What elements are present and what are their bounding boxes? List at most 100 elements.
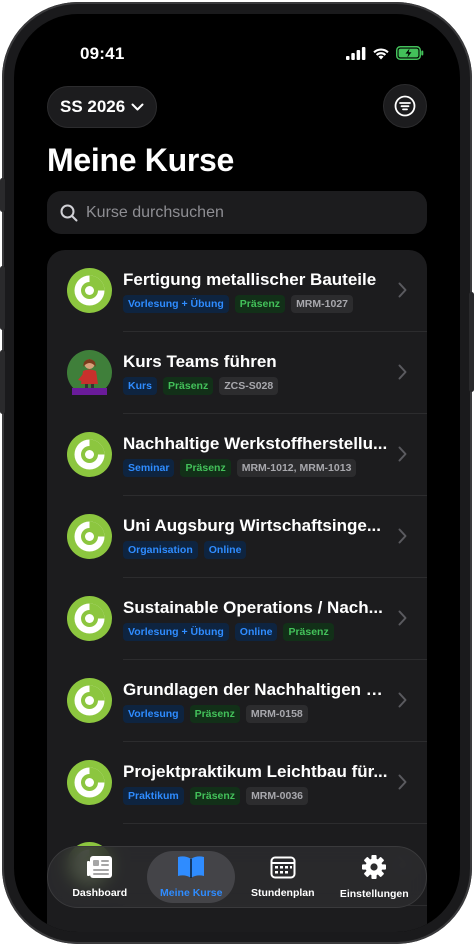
- course-tags: Vorlesung + Übung Online Präsenz: [123, 623, 334, 641]
- course-tags: Kurs Präsenz ZCS-S028: [123, 377, 279, 395]
- tab-bar: Dashboard Meine Kurse Stundenplan Einstellu…: [47, 846, 427, 908]
- course-tag: Präsenz: [283, 623, 334, 641]
- course-tag: Vorlesung + Übung: [123, 623, 229, 641]
- tab-label: Meine Kurse: [160, 887, 223, 899]
- chevron-right-icon: [398, 692, 407, 708]
- course-title: Grundlagen der Nachhaltigen E...: [123, 680, 391, 699]
- course-tags: Organisation Online: [123, 541, 247, 559]
- course-logo-icon: [67, 596, 112, 641]
- tab-dashboard[interactable]: Dashboard: [56, 851, 144, 903]
- dashboard-icon: [86, 855, 114, 884]
- tab-stundenplan[interactable]: Stundenplan: [239, 851, 327, 903]
- semester-selector[interactable]: SS 2026: [47, 86, 158, 128]
- filter-icon: [394, 95, 416, 117]
- row-chevron: [398, 528, 407, 549]
- semester-label: SS 2026: [60, 97, 126, 116]
- course-tags: Vorlesung + Übung Präsenz MRM-1027: [123, 295, 353, 313]
- course-tag: MRM-0036: [246, 787, 308, 805]
- course-tag: Online: [203, 541, 247, 559]
- status-bar: 09:41: [14, 14, 460, 72]
- course-logo-icon: [67, 432, 112, 477]
- course-logo-icon: [67, 678, 112, 723]
- page-title: Meine Kurse: [47, 142, 234, 178]
- course-tag: Präsenz: [180, 459, 231, 477]
- tab-label: Stundenplan: [250, 887, 315, 899]
- course-tag: Vorlesung: [123, 705, 184, 723]
- tab-einstellungen[interactable]: Einstellungen: [330, 851, 418, 903]
- course-row[interactable]: Sustainable Operations / Nach... Vorlesun…: [47, 578, 427, 660]
- course-logo-icon: [67, 514, 112, 559]
- course-avatar: [67, 268, 112, 313]
- course-avatar: [67, 760, 112, 805]
- book-icon: [176, 855, 206, 884]
- volume-down-button: [0, 350, 5, 414]
- row-chevron: [398, 610, 407, 631]
- course-list: Fertigung metallischer Bauteile Vorlesung…: [47, 250, 427, 932]
- battery-charging-icon: [396, 46, 424, 60]
- course-row[interactable]: Projektpraktikum Leichtbau für... Praktik…: [47, 742, 427, 824]
- action-button: [0, 178, 5, 212]
- calendar-icon: [270, 855, 296, 884]
- power-button: [469, 292, 474, 392]
- course-tags: Praktikum Präsenz MRM-0036: [123, 787, 308, 805]
- search-icon: [60, 204, 78, 221]
- course-image-icon: [67, 350, 112, 395]
- course-tag: MRM-1027: [291, 295, 353, 313]
- course-title: Projektpraktikum Leichtbau für...: [123, 762, 388, 781]
- course-title: Nachhaltige Werkstoffherstellu...: [123, 434, 388, 453]
- course-row[interactable]: Fertigung metallischer Bauteile Vorlesung…: [47, 250, 427, 332]
- course-tag: Kurs: [123, 377, 157, 395]
- course-title: Sustainable Operations / Nach...: [123, 598, 383, 617]
- row-chevron: [398, 446, 407, 467]
- chevron-right-icon: [398, 282, 407, 298]
- status-icons: [346, 46, 424, 60]
- row-chevron: [398, 364, 407, 385]
- chevron-right-icon: [398, 774, 407, 790]
- chevron-right-icon: [398, 446, 407, 462]
- chevron-right-icon: [398, 528, 407, 544]
- course-tag: Vorlesung + Übung: [123, 295, 229, 313]
- tab-meine-kurse[interactable]: Meine Kurse: [147, 851, 236, 903]
- course-tag: Präsenz: [162, 377, 214, 395]
- row-chevron: [398, 282, 407, 303]
- course-avatar: [67, 596, 112, 641]
- search-bar[interactable]: [47, 191, 427, 234]
- chevron-right-icon: [398, 610, 407, 626]
- chevron-right-icon: [398, 364, 407, 380]
- course-avatar: [67, 350, 112, 395]
- course-logo-icon: [67, 760, 112, 805]
- cellular-signal-icon: [346, 46, 366, 60]
- course-avatar: [67, 432, 112, 477]
- course-title: Kurs Teams führen: [123, 352, 277, 371]
- search-input[interactable]: [86, 203, 406, 222]
- course-tag: Präsenz: [189, 705, 240, 723]
- row-chevron: [398, 774, 407, 795]
- course-tag: Präsenz: [234, 295, 286, 313]
- course-tag: MRM-0158: [245, 705, 308, 723]
- filter-button[interactable]: [383, 84, 427, 128]
- course-row[interactable]: Kurs Teams führen Kurs Präsenz ZCS-S028: [47, 332, 427, 414]
- course-avatar: [67, 678, 112, 723]
- course-tag: Seminar: [123, 459, 175, 477]
- course-avatar: [67, 514, 112, 559]
- gear-icon: [361, 854, 387, 885]
- course-title: Uni Augsburg Wirtschaftsinge...: [123, 516, 382, 535]
- course-tag: ZCS-S028: [219, 377, 279, 395]
- course-row[interactable]: Uni Augsburg Wirtschaftsinge... Organisat…: [47, 496, 427, 578]
- status-time: 09:41: [80, 44, 125, 63]
- course-tags: Vorlesung Präsenz MRM-0158: [123, 705, 308, 723]
- wifi-icon: [373, 47, 389, 59]
- course-row[interactable]: Grundlagen der Nachhaltigen E... Vorlesun…: [47, 660, 427, 742]
- course-tag: Online: [234, 623, 278, 641]
- course-tag: MRM-1012, MRM-1013: [236, 459, 357, 477]
- course-tag: Praktikum: [123, 787, 184, 805]
- tab-label: Einstellungen: [339, 888, 409, 900]
- volume-up-button: [0, 266, 5, 330]
- course-tag: Organisation: [123, 541, 198, 559]
- course-tag: Präsenz: [189, 787, 241, 805]
- chevron-down-icon: [131, 103, 144, 111]
- course-title: Fertigung metallischer Bauteile: [123, 270, 377, 289]
- course-tags: Seminar Präsenz MRM-1012, MRM-1013: [123, 459, 357, 477]
- row-chevron: [398, 692, 407, 713]
- course-row[interactable]: Nachhaltige Werkstoffherstellu... Seminar…: [47, 414, 427, 496]
